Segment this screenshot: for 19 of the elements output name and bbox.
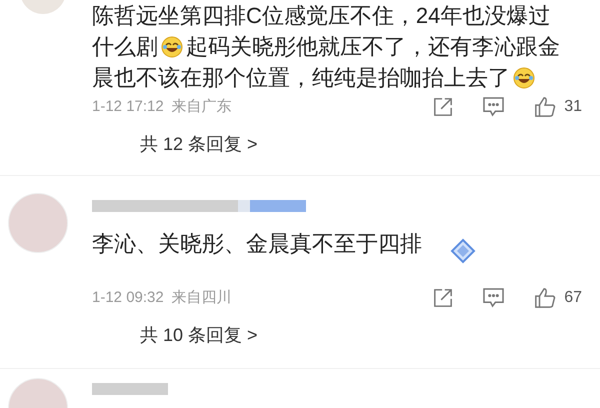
thumbs-up-icon[interactable] <box>534 287 556 309</box>
view-replies-link[interactable]: 共 10 条回复 > <box>140 324 258 346</box>
comment-time: 1-12 17:12 <box>92 96 164 117</box>
share-icon[interactable] <box>433 288 454 308</box>
comment-location: 来自广东 <box>172 96 232 117</box>
thumbs-up-icon[interactable] <box>534 96 556 118</box>
comment-text: 起码关晓彤他就压不了，还有李沁跟金 <box>186 34 560 60</box>
comment-text: 什么剧 <box>92 34 158 60</box>
like-count: 67 <box>564 288 582 308</box>
share-icon[interactable] <box>433 97 454 117</box>
comment-text: 陈哲远坐第四排C位感觉压不住，24年也没爆过 <box>92 2 550 28</box>
comment-text: 李沁、关晓彤、金晨真不至于四排 <box>92 230 422 256</box>
comment-icon[interactable] <box>483 288 504 308</box>
comment-icon[interactable] <box>483 97 504 117</box>
comment-location: 来自四川 <box>172 288 232 308</box>
comment-time: 1-12 09:32 <box>92 288 164 308</box>
view-replies-link[interactable]: 共 12 条回复 > <box>140 133 258 155</box>
comment-text: 晨也不该在那个位置，纯纯是抬咖抬上去了 <box>92 64 510 90</box>
like-count: 31 <box>564 97 582 117</box>
